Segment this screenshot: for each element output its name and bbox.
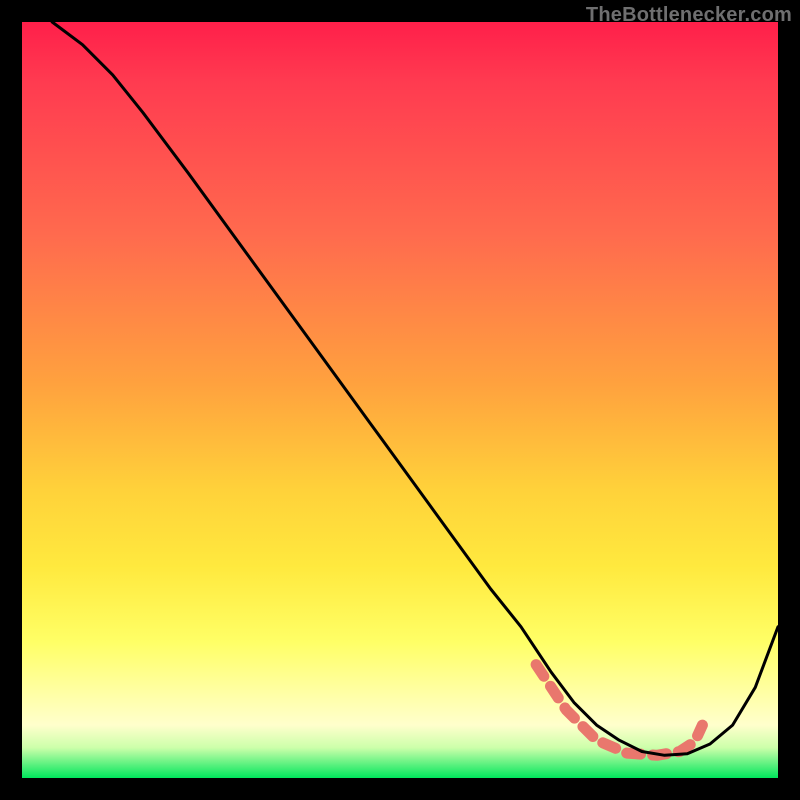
chart-stage: TheBottlenecker.com bbox=[0, 0, 800, 800]
curve-layer bbox=[22, 22, 778, 778]
bottleneck-curve bbox=[52, 22, 778, 755]
plot-area bbox=[22, 22, 778, 778]
